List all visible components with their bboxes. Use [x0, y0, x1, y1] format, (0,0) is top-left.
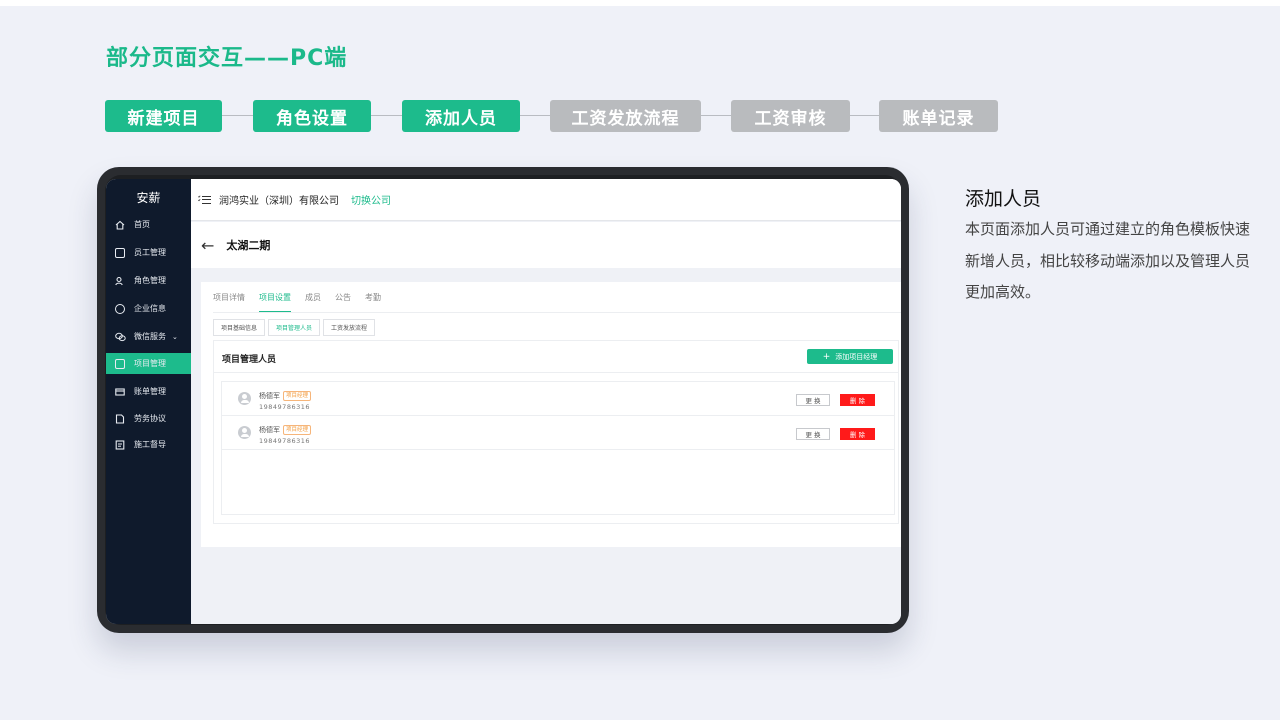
- tabs-divider: [213, 312, 901, 313]
- avatar: [238, 392, 251, 405]
- sidebar-item-label: 角色管理: [134, 276, 166, 285]
- company-name: 润鸿实业（深圳）有限公司: [219, 196, 339, 207]
- step-role-settings[interactable]: 角色设置: [253, 100, 371, 132]
- main-area: 润鸿实业（深圳）有限公司 切换公司 ← 太湖二期 项目详情 项目设置 成员 公告…: [191, 179, 901, 624]
- info-icon: [115, 303, 125, 314]
- sidebar-item-label: 员工管理: [134, 248, 166, 257]
- sidebar-item-label: 首页: [134, 220, 150, 229]
- sidebar-item-supervision[interactable]: 施工督导: [106, 434, 191, 455]
- title-bar: ← 太湖二期: [191, 222, 901, 268]
- tab-announcements[interactable]: 公告: [335, 292, 351, 312]
- role-badge: 项目经理: [283, 391, 312, 401]
- agreement-icon: [115, 413, 125, 424]
- step-connector: [222, 115, 253, 116]
- project-card: 项目详情 项目设置 成员 公告 考勤 项目基础信息 项目管理人员 工资发放流程 …: [201, 282, 901, 547]
- role-badge: 项目经理: [283, 425, 312, 435]
- wechat-icon: [115, 332, 126, 342]
- panel-title: 项目管理人员: [222, 355, 277, 365]
- person-phone: 19849786316: [259, 403, 310, 411]
- person-name: 杨德军: [259, 426, 280, 434]
- add-manager-label: 添加项目经理: [835, 352, 878, 361]
- sidebar-item-agreements[interactable]: 劳务协议: [106, 408, 191, 429]
- role-icon: [115, 276, 125, 286]
- tab-members[interactable]: 成员: [305, 292, 321, 312]
- top-strip: [0, 0, 1280, 6]
- back-arrow-icon[interactable]: ←: [201, 236, 214, 255]
- chevron-down-icon: ⌄: [172, 332, 178, 341]
- avatar: [238, 426, 251, 439]
- sidebar-item-label: 企业信息: [134, 304, 166, 313]
- step-connector: [520, 115, 550, 116]
- step-connector: [701, 115, 731, 116]
- person-name: 杨德军: [259, 392, 280, 400]
- step-new-project[interactable]: 新建项目: [105, 100, 222, 132]
- sidebar-item-home[interactable]: 首页: [106, 214, 191, 235]
- delete-button[interactable]: 删 除: [840, 428, 875, 440]
- sidebar-item-wechat[interactable]: 微信服务 ⌄: [106, 326, 191, 347]
- step-bill-records[interactable]: 账单记录: [879, 100, 998, 132]
- bill-icon: [115, 387, 125, 397]
- app-screen: 安薪 首页 员工管理 角色管理 企业信息 微信服务 ⌄ 项目管理 账单管理 劳务…: [106, 179, 901, 624]
- project-icon: [115, 358, 125, 369]
- page-headline: 部分页面交互——PC端: [106, 46, 348, 71]
- description-text: 本页面添加人员可通过建立的角色模板快速新增人员，相比较移动端添加以及管理人员更加…: [965, 220, 1251, 301]
- list-item: 杨德军 项目经理 19849786316 更 换 删 除: [222, 382, 894, 416]
- sidebar-item-roles[interactable]: 角色管理: [106, 270, 191, 291]
- sidebar: 安薪 首页 员工管理 角色管理 企业信息 微信服务 ⌄ 项目管理 账单管理 劳务…: [106, 179, 191, 624]
- person-phone: 19849786316: [259, 437, 310, 445]
- list-item: 杨德军 项目经理 19849786316 更 换 删 除: [222, 416, 894, 450]
- sidebar-item-label: 微信服务: [134, 332, 166, 341]
- subtab-managers[interactable]: 项目管理人员: [268, 319, 321, 336]
- step-payroll-flow[interactable]: 工资发放流程: [550, 100, 701, 132]
- page-title: 太湖二期: [226, 239, 271, 252]
- replace-button[interactable]: 更 换: [796, 428, 830, 440]
- managers-panel: 项目管理人员 + 添加项目经理 杨德军 项目经理 19849786316 更 换…: [213, 340, 899, 524]
- sidebar-item-projects[interactable]: 项目管理: [106, 353, 191, 374]
- delete-button[interactable]: 删 除: [840, 394, 875, 406]
- brand-logo: 安薪: [136, 191, 161, 205]
- tab-attendance[interactable]: 考勤: [365, 292, 381, 312]
- tab-project-settings[interactable]: 项目设置: [259, 292, 291, 312]
- add-manager-button[interactable]: + 添加项目经理: [807, 349, 893, 364]
- tab-project-details[interactable]: 项目详情: [213, 292, 245, 312]
- subtab-basic-info[interactable]: 项目基础信息: [213, 319, 266, 336]
- employee-icon: [115, 247, 125, 258]
- managers-list: 杨德军 项目经理 19849786316 更 换 删 除 杨德军 项目经理 19…: [221, 381, 895, 515]
- sidebar-item-label: 项目管理: [134, 359, 166, 368]
- subtab-payroll-flow[interactable]: 工资发放流程: [323, 319, 376, 336]
- sidebar-item-bills[interactable]: 账单管理: [106, 381, 191, 402]
- panel-header: 项目管理人员 + 添加项目经理: [214, 341, 898, 373]
- sidebar-item-label: 劳务协议: [134, 414, 166, 423]
- menu-icon[interactable]: [198, 195, 211, 205]
- step-connector: [371, 115, 402, 116]
- switch-company-link[interactable]: 切换公司: [351, 192, 391, 207]
- supervision-icon: [115, 439, 125, 450]
- settings-subtabs: 项目基础信息 项目管理人员 工资发放流程: [213, 319, 378, 336]
- sidebar-item-employees[interactable]: 员工管理: [106, 242, 191, 263]
- top-bar: 润鸿实业（深圳）有限公司 切换公司: [191, 179, 901, 221]
- step-add-personnel[interactable]: 添加人员: [402, 100, 520, 132]
- description-title: 添加人员: [965, 188, 1042, 210]
- sidebar-item-company-info[interactable]: 企业信息: [106, 298, 191, 319]
- sidebar-item-label: 施工督导: [134, 440, 166, 449]
- home-icon: [115, 220, 125, 230]
- process-steps: 新建项目 角色设置 添加人员 工资发放流程 工资审核 账单记录: [105, 100, 1005, 132]
- sidebar-item-label: 账单管理: [134, 387, 166, 396]
- step-connector: [850, 115, 879, 116]
- plus-icon: +: [822, 351, 831, 362]
- step-payroll-review[interactable]: 工资审核: [731, 100, 850, 132]
- project-tabs: 项目详情 项目设置 成员 公告 考勤: [213, 292, 395, 312]
- replace-button[interactable]: 更 换: [796, 394, 830, 406]
